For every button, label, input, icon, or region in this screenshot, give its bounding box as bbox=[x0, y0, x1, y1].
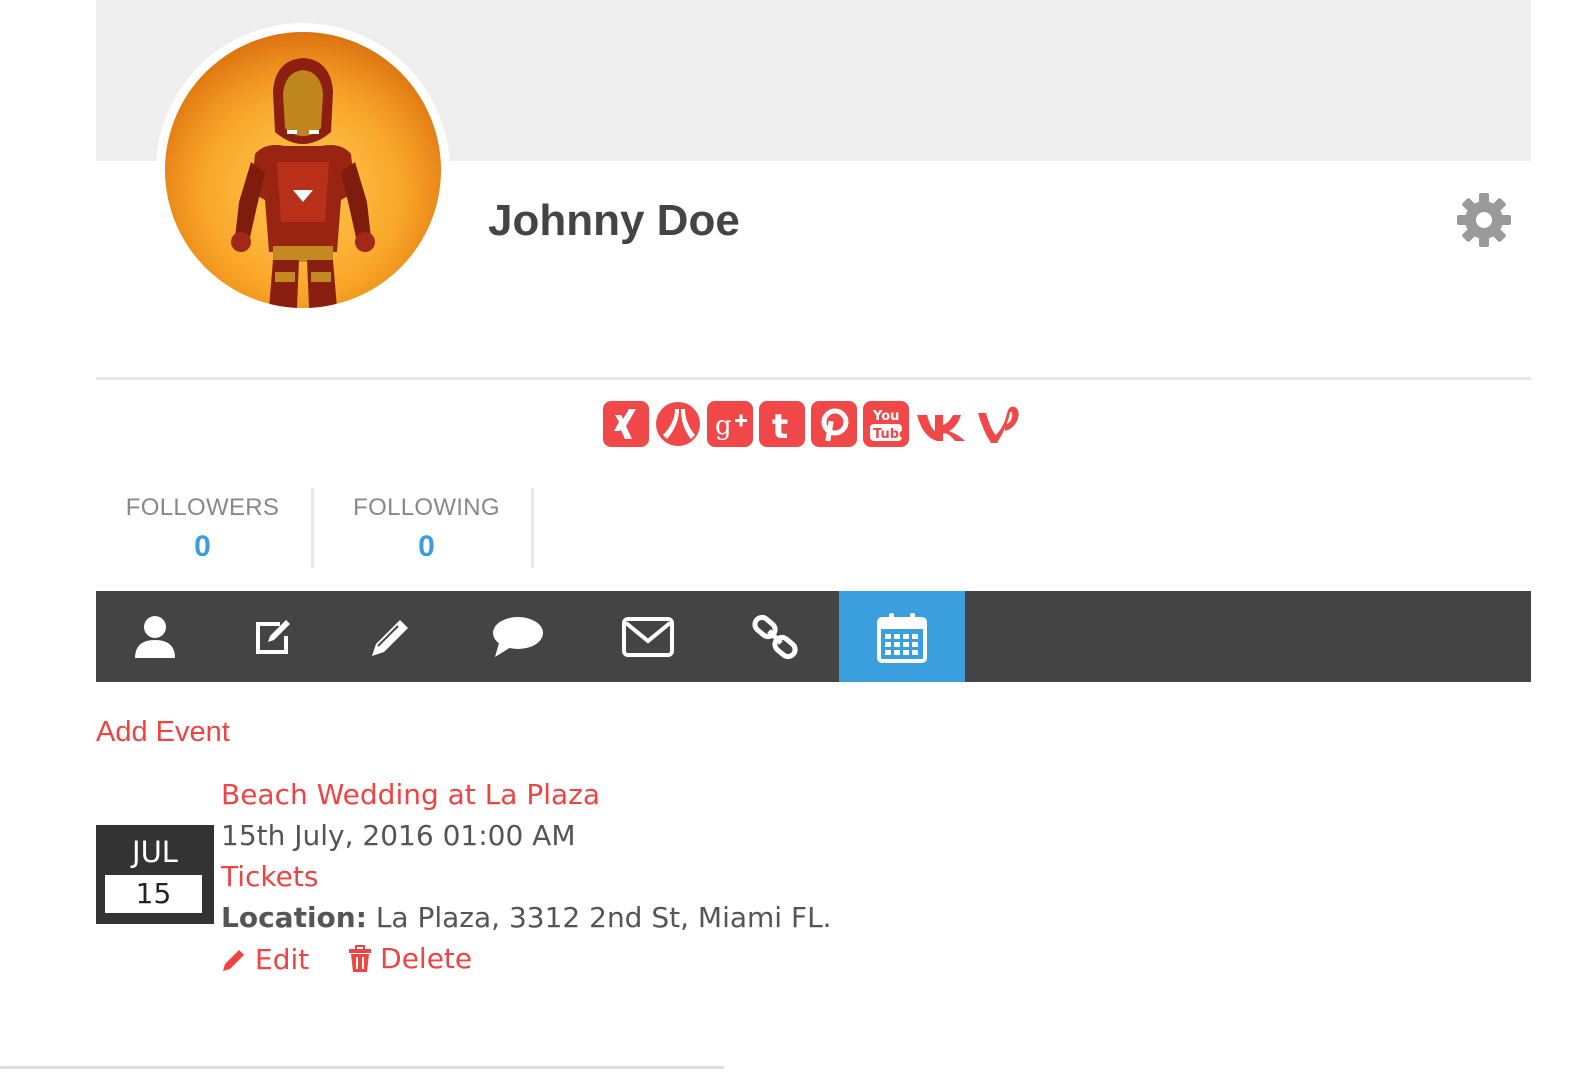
event-datetime: 15th July, 2016 01:00 AM bbox=[221, 819, 576, 852]
following-count: 0 bbox=[418, 530, 435, 563]
event-month: JUL bbox=[132, 835, 178, 869]
google-plus-icon[interactable]: g bbox=[707, 401, 753, 447]
event-title-link[interactable]: Beach Wedding at La Plaza bbox=[221, 778, 600, 811]
tab-comments[interactable] bbox=[450, 591, 586, 682]
followers-stat[interactable]: FOLLOWERS 0 bbox=[110, 490, 295, 568]
gear-icon[interactable] bbox=[1456, 192, 1512, 248]
edit-icon bbox=[256, 619, 290, 654]
profile-tab-bar bbox=[96, 591, 1531, 682]
delete-event-button[interactable]: Delete bbox=[348, 938, 472, 979]
link-icon bbox=[751, 614, 798, 659]
stat-divider bbox=[531, 488, 534, 568]
location-label: Location: bbox=[221, 901, 367, 934]
svg-text:You: You bbox=[872, 409, 899, 424]
add-event-link[interactable]: Add Event bbox=[96, 716, 230, 749]
event-day: 15 bbox=[105, 875, 202, 913]
svg-text:t: t bbox=[772, 407, 788, 447]
trash-icon bbox=[349, 944, 372, 972]
user-icon bbox=[135, 615, 175, 658]
following-label: FOLLOWING bbox=[353, 494, 500, 521]
comment-icon bbox=[493, 616, 543, 657]
youtube-icon[interactable]: You Tube bbox=[863, 401, 909, 447]
delete-label: Delete bbox=[380, 942, 473, 975]
followers-label: FOLLOWERS bbox=[125, 494, 280, 521]
svg-text:Tube: Tube bbox=[873, 427, 908, 442]
tumblr-icon[interactable]: t bbox=[759, 401, 805, 447]
tab-messages[interactable] bbox=[586, 591, 710, 682]
tab-posts[interactable] bbox=[214, 591, 332, 682]
avatar[interactable] bbox=[165, 32, 441, 308]
envelope-icon bbox=[622, 616, 674, 657]
followers-count: 0 bbox=[194, 530, 211, 563]
header-divider bbox=[96, 377, 1531, 380]
calendar-icon bbox=[877, 612, 927, 663]
iron-man-avatar bbox=[165, 32, 441, 308]
tab-events[interactable] bbox=[839, 591, 965, 682]
vine-icon[interactable] bbox=[975, 401, 1021, 447]
edit-label: Edit bbox=[255, 943, 310, 976]
tab-write[interactable] bbox=[332, 591, 450, 682]
stat-divider bbox=[311, 488, 314, 568]
pinterest-icon[interactable] bbox=[811, 401, 857, 447]
edit-event-button[interactable]: Edit bbox=[221, 939, 309, 980]
social-links: g t You Tube bbox=[603, 401, 1021, 449]
svg-text:g: g bbox=[715, 411, 732, 441]
pencil-icon bbox=[372, 619, 408, 656]
profile-name: Johnny Doe bbox=[488, 196, 740, 245]
following-stat[interactable]: FOLLOWING 0 bbox=[334, 490, 519, 568]
event-item: Beach Wedding at La Plaza 15th July, 201… bbox=[221, 774, 832, 979]
vk-icon[interactable] bbox=[915, 401, 969, 447]
xing-icon[interactable] bbox=[603, 401, 649, 447]
event-date-badge: JUL 15 bbox=[96, 825, 214, 924]
renren-icon[interactable] bbox=[655, 401, 701, 447]
tickets-link[interactable]: Tickets bbox=[221, 860, 318, 893]
tab-profile[interactable] bbox=[96, 591, 214, 682]
tab-links[interactable] bbox=[710, 591, 839, 682]
event-location: La Plaza, 3312 2nd St, Miami FL. bbox=[375, 901, 832, 934]
pencil-icon bbox=[223, 949, 244, 971]
bottom-scroll-edge bbox=[0, 1066, 724, 1069]
